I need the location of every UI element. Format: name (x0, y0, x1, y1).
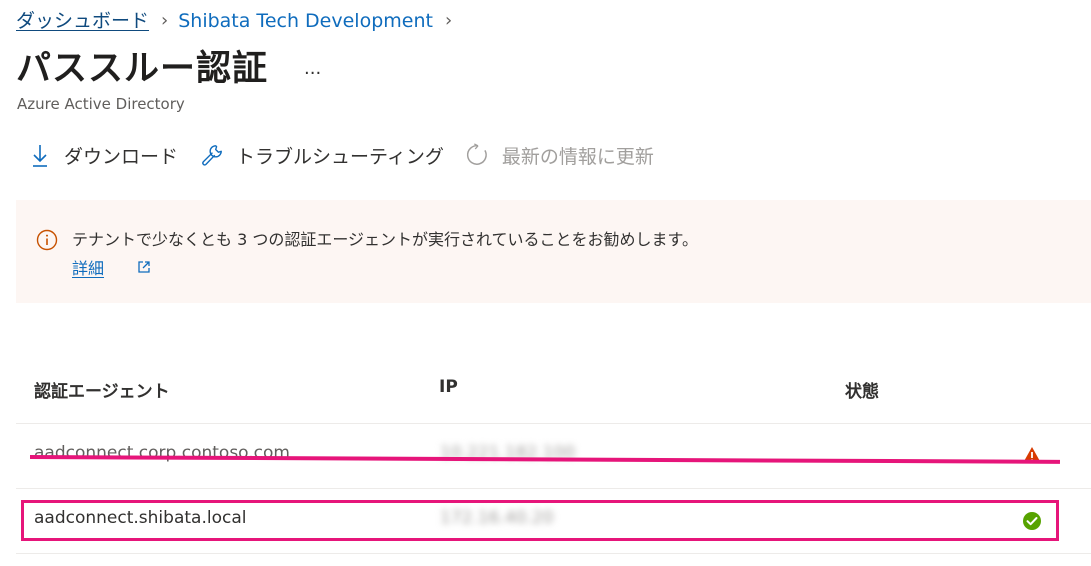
refresh-icon (466, 141, 490, 169)
column-header-status[interactable]: 状態 (845, 377, 879, 402)
breadcrumb-tenant-link[interactable]: Shibata Tech Development (178, 8, 433, 34)
troubleshoot-label: トラブルシューティング (236, 145, 444, 168)
column-header-ip[interactable]: IP (439, 377, 458, 397)
table-header: 認証エージェント IP 状態 (16, 360, 1091, 424)
page: ダッシュボード › Shibata Tech Development › パスス… (0, 0, 1091, 566)
page-subtitle: Azure Active Directory (17, 95, 185, 113)
page-title: パススルー認証 (16, 49, 269, 89)
banner-message: テナントで少なくとも 3 つの認証エージェントが実行されていることをお勧めします… (72, 230, 698, 249)
breadcrumb: ダッシュボード › Shibata Tech Development › (16, 8, 462, 34)
breadcrumb-dashboard-link[interactable]: ダッシュボード (16, 8, 149, 34)
warning-icon (1022, 446, 1042, 468)
download-button[interactable]: ダウンロード (28, 141, 178, 169)
details-link[interactable]: 詳細 (72, 255, 104, 279)
chevron-right-icon: › (161, 10, 169, 31)
download-icon (28, 141, 52, 169)
wrench-icon (200, 141, 224, 169)
troubleshoot-button[interactable]: トラブルシューティング (200, 141, 444, 169)
chevron-right-icon: › (444, 10, 453, 31)
annotation-highlight-box (21, 500, 1059, 541)
external-link-icon[interactable] (137, 259, 151, 278)
info-icon (36, 229, 58, 255)
download-label: ダウンロード (64, 145, 179, 168)
more-options-button[interactable]: ... (304, 46, 321, 92)
title-row: パススルー認証 ... (16, 46, 321, 92)
refresh-button[interactable]: 最新の情報に更新 (466, 141, 654, 169)
command-bar: ダウンロード トラブルシューティング 最新の情報に更新 (28, 141, 676, 169)
refresh-label: 最新の情報に更新 (501, 145, 654, 168)
info-banner: テナントで少なくとも 3 つの認証エージェントが実行されていることをお勧めします… (16, 200, 1091, 303)
column-header-agent[interactable]: 認証エージェント (34, 377, 170, 402)
